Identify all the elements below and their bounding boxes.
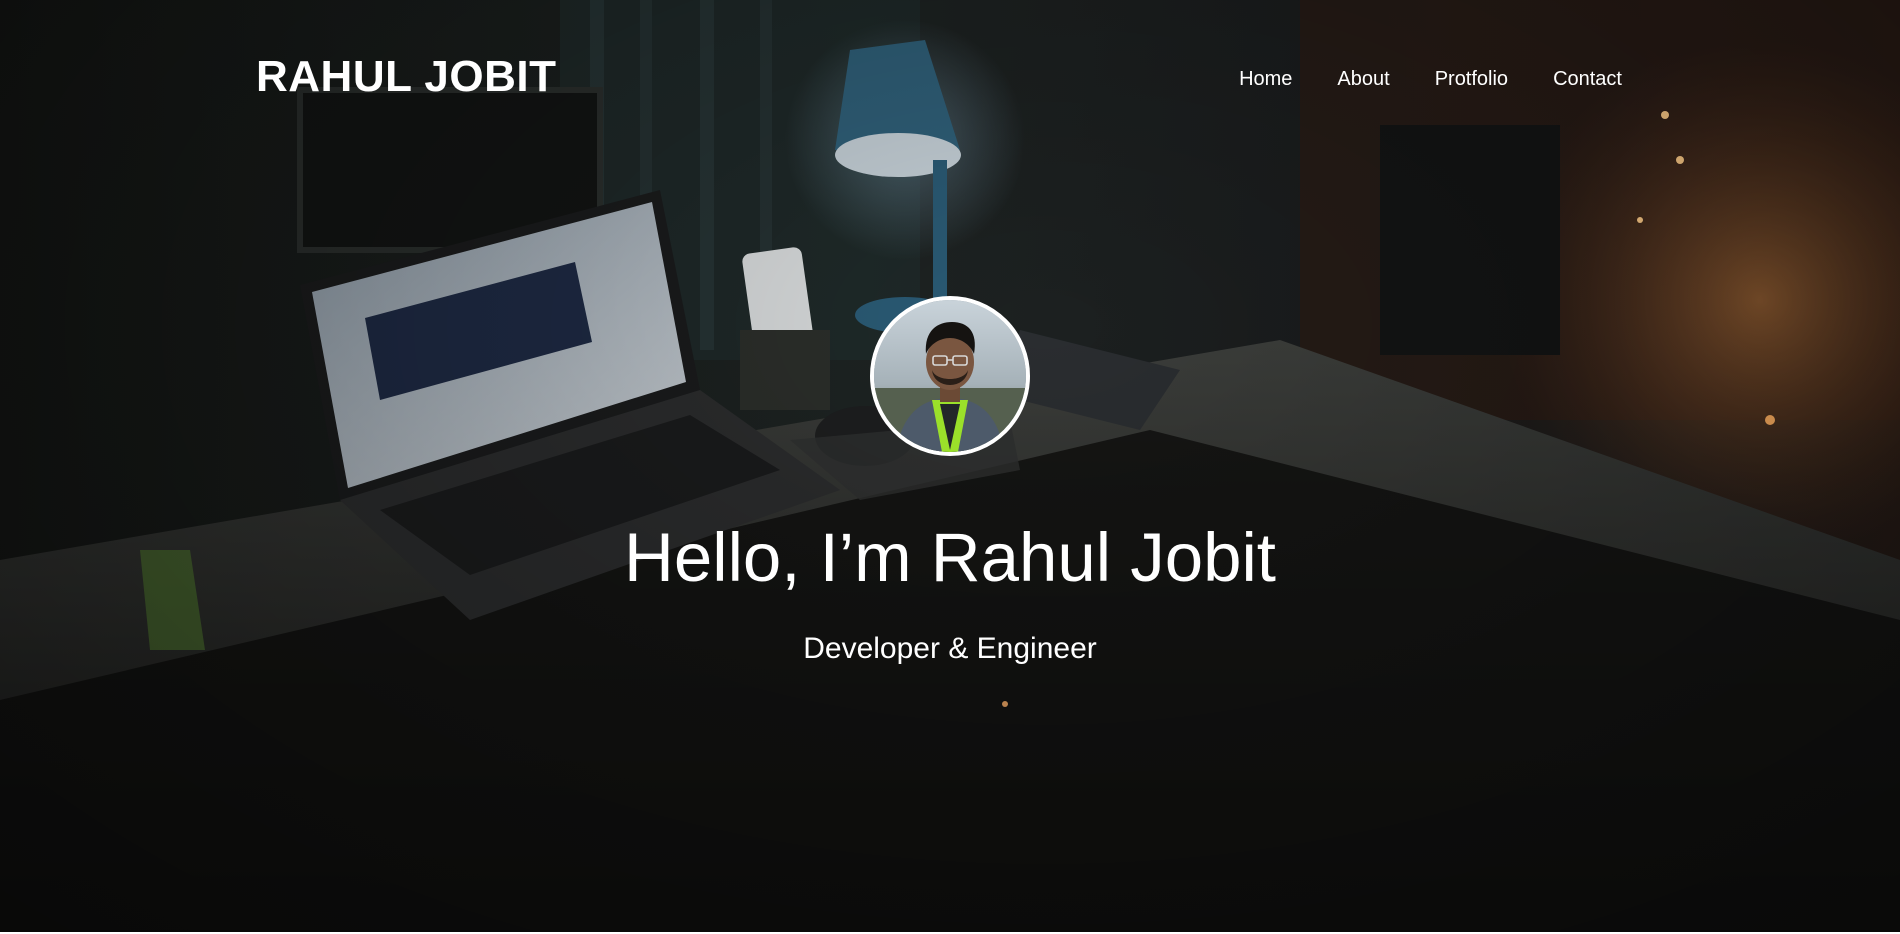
hero-subtitle: Developer & Engineer bbox=[803, 632, 1097, 665]
background-image bbox=[0, 0, 1900, 932]
hero-section: RAHUL JOBIT Home About Protfolio Contact bbox=[0, 0, 1900, 932]
nav-home[interactable]: Home bbox=[1239, 68, 1292, 91]
nav-contact[interactable]: Contact bbox=[1553, 68, 1622, 91]
avatar bbox=[870, 296, 1030, 456]
nav-about[interactable]: About bbox=[1337, 68, 1389, 91]
main-nav: Home About Protfolio Contact bbox=[1194, 68, 1622, 91]
hero-title: Hello, I’m Rahul Jobit bbox=[624, 519, 1276, 596]
brand-logo[interactable]: RAHUL JOBIT bbox=[256, 52, 556, 102]
nav-portfolio[interactable]: Protfolio bbox=[1435, 68, 1508, 91]
profile-photo-icon bbox=[874, 300, 1026, 452]
